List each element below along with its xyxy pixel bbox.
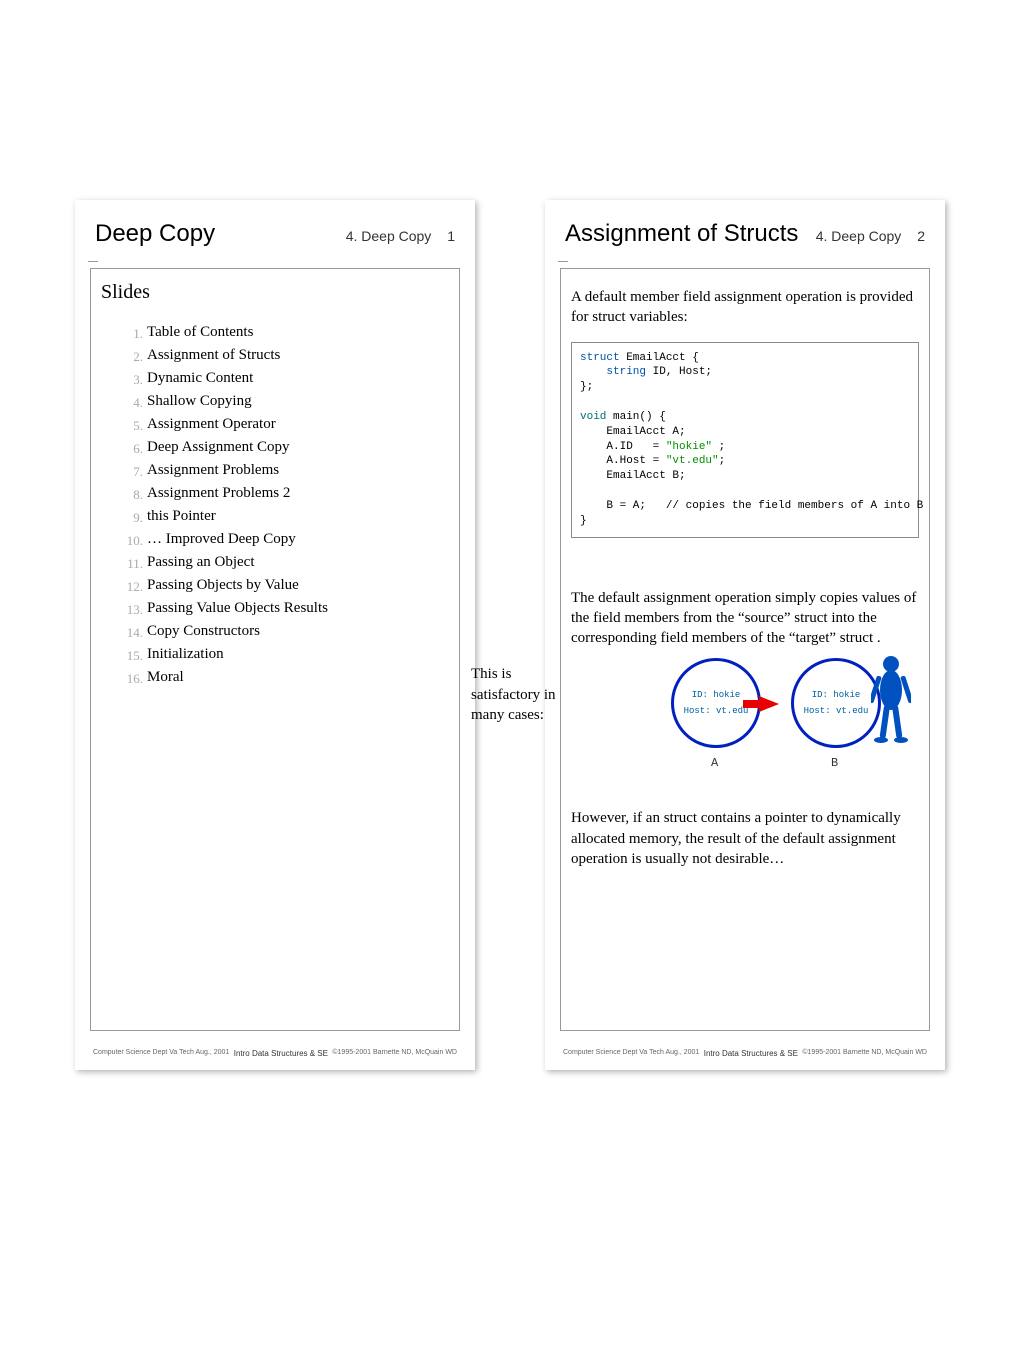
- slide-header: Assignment of Structs 4. Deep Copy 2: [545, 200, 945, 258]
- code-text: ;: [719, 455, 726, 467]
- field-text: ID: hokie: [692, 687, 741, 703]
- paragraph: However, if an struct contains a pointer…: [571, 808, 919, 869]
- code-text: main() {: [606, 411, 665, 423]
- slide-meta: 4. Deep Copy 2: [816, 228, 925, 244]
- page-number: 1: [447, 228, 455, 244]
- footer-center: Intro Data Structures & SE: [704, 1049, 798, 1058]
- footer-right: ©1995-2001 Barnette ND, McQuain WD: [802, 1049, 927, 1058]
- footer-center: Intro Data Structures & SE: [234, 1049, 328, 1058]
- code-text: EmailAcct {: [620, 352, 699, 364]
- label-a: A: [711, 756, 718, 770]
- code-text: };: [580, 381, 593, 393]
- footer-right: ©1995-2001 Barnette ND, McQuain WD: [332, 1049, 457, 1058]
- slide-title: Assignment of Structs: [565, 220, 798, 248]
- code-text: B = A; // copies the field members of A …: [580, 500, 923, 512]
- person-icon: [871, 654, 911, 746]
- toc-item: … Improved Deep Copy: [121, 531, 449, 548]
- struct-diagram: This is satisfactory in many cases: ID: …: [571, 658, 919, 798]
- content-box: A default member field assignment operat…: [560, 268, 930, 1031]
- code-text: [580, 366, 606, 378]
- toc-item: Table of Contents: [121, 324, 449, 341]
- slides-container: Deep Copy 4. Deep Copy 1 Slides Table of…: [0, 0, 1020, 1070]
- toc-item: Assignment Operator: [121, 416, 449, 433]
- toc-item: Passing Value Objects Results: [121, 600, 449, 617]
- keyword: struct: [580, 352, 620, 364]
- keyword: void: [580, 411, 606, 423]
- toc-item: Assignment Problems 2: [121, 485, 449, 502]
- slide-header: Deep Copy 4. Deep Copy 1: [75, 200, 475, 258]
- string-literal: "hokie": [666, 441, 712, 453]
- slide-footer: Computer Science Dept Va Tech Aug., 2001…: [75, 1041, 475, 1070]
- toc-item: this Pointer: [121, 508, 449, 525]
- page-number: 2: [917, 228, 925, 244]
- field-text: ID: hokie: [812, 687, 861, 703]
- arrow-icon: [759, 696, 779, 712]
- toc-item: Moral: [121, 669, 449, 686]
- toc-item: Assignment of Structs: [121, 347, 449, 364]
- toc-item: Passing an Object: [121, 554, 449, 571]
- footer-left: Computer Science Dept Va Tech Aug., 2001: [563, 1049, 699, 1058]
- side-text: This is satisfactory in many cases:: [471, 664, 567, 725]
- code-text: A.ID =: [580, 441, 666, 453]
- content-box: Slides Table of Contents Assignment of S…: [90, 268, 460, 1031]
- slide-meta: 4. Deep Copy 1: [346, 228, 455, 244]
- table-of-contents: Table of Contents Assignment of Structs …: [101, 324, 449, 686]
- code-text: }: [580, 515, 587, 527]
- struct-b-circle: ID: hokie Host: vt.edu: [791, 658, 881, 748]
- toc-item: Initialization: [121, 646, 449, 663]
- toc-item: Deep Assignment Copy: [121, 439, 449, 456]
- toc-item: Copy Constructors: [121, 623, 449, 640]
- slides-heading: Slides: [101, 281, 449, 304]
- section-label: 4. Deep Copy: [346, 228, 432, 244]
- slide-title: Deep Copy: [95, 220, 215, 248]
- intro-text: A default member field assignment operat…: [571, 287, 919, 328]
- slide-2: Assignment of Structs 4. Deep Copy 2 A d…: [545, 200, 945, 1070]
- code-text: ID, Host;: [646, 366, 712, 378]
- section-label: 4. Deep Copy: [816, 228, 902, 244]
- code-text: A.Host =: [580, 455, 666, 467]
- field-text: Host: vt.edu: [684, 703, 749, 719]
- slide-1: Deep Copy 4. Deep Copy 1 Slides Table of…: [75, 200, 475, 1070]
- code-text: EmailAcct A;: [580, 426, 686, 438]
- slide-footer: Computer Science Dept Va Tech Aug., 2001…: [545, 1041, 945, 1070]
- toc-item: Assignment Problems: [121, 462, 449, 479]
- toc-item: Passing Objects by Value: [121, 577, 449, 594]
- string-literal: "vt.edu": [666, 455, 719, 467]
- toc-item: Shallow Copying: [121, 393, 449, 410]
- toc-item: Dynamic Content: [121, 370, 449, 387]
- code-example: struct EmailAcct { string ID, Host; }; v…: [571, 342, 919, 538]
- paragraph: The default assignment operation simply …: [571, 588, 919, 649]
- label-b: B: [831, 756, 838, 770]
- footer-left: Computer Science Dept Va Tech Aug., 2001: [93, 1049, 229, 1058]
- code-text: ;: [712, 441, 725, 453]
- field-text: Host: vt.edu: [804, 703, 869, 719]
- keyword: string: [606, 366, 646, 378]
- code-text: EmailAcct B;: [580, 470, 686, 482]
